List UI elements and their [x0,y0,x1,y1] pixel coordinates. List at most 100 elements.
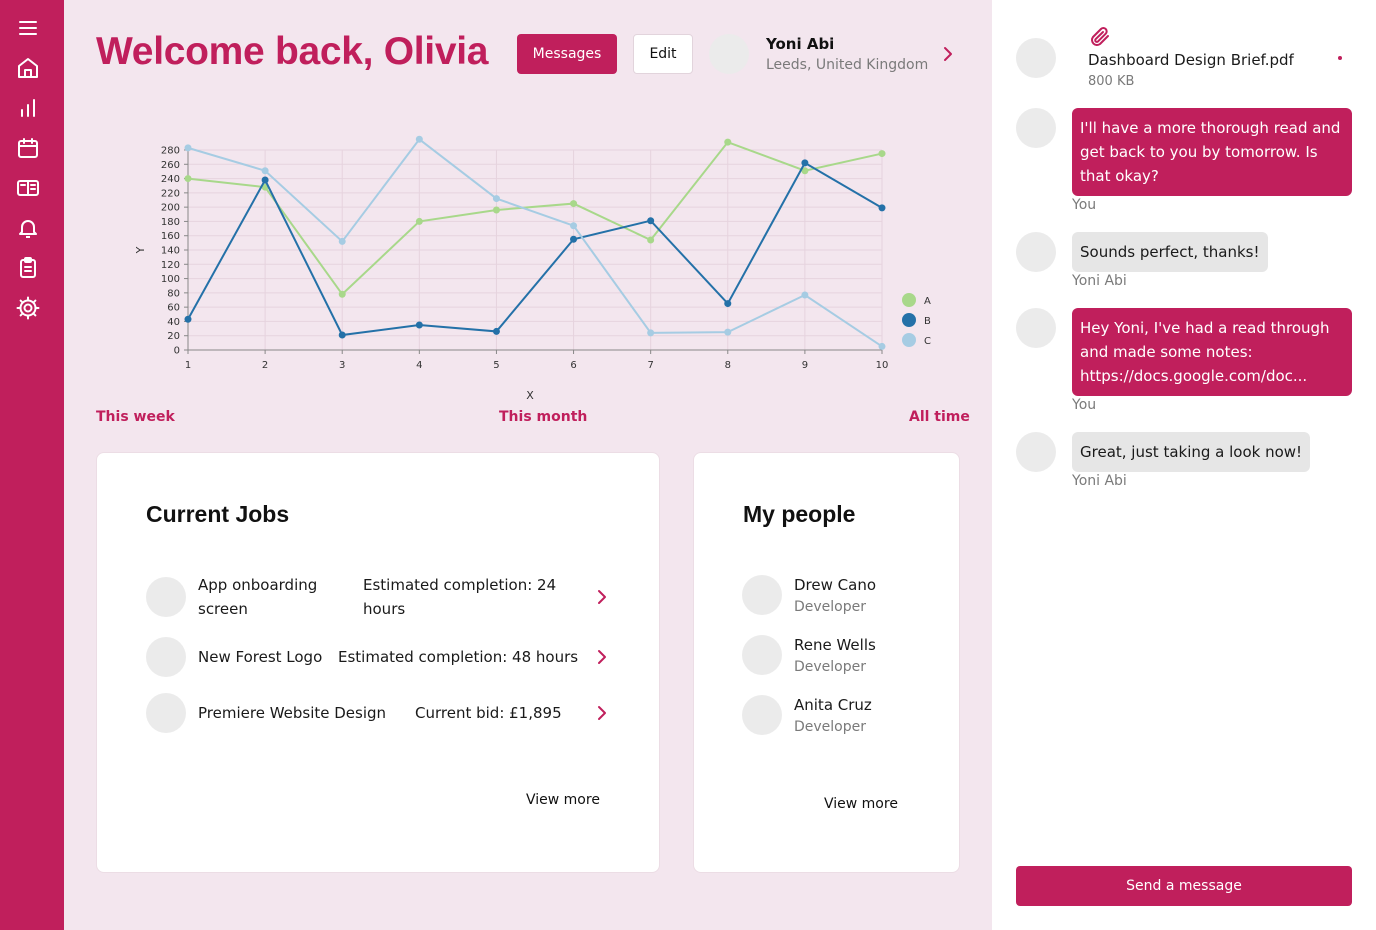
x-tick-label: 9 [802,360,808,371]
person-name[interactable]: Anita Cruz [794,696,872,714]
x-tick-label: 4 [416,360,422,371]
y-tick-label: 240 [161,174,180,185]
avatar [709,34,749,74]
x-tick-label: 7 [647,360,653,371]
x-tick-label: 5 [493,360,499,371]
avatar [1016,108,1056,148]
home-icon[interactable] [16,56,40,80]
chevron-right-icon[interactable] [592,647,612,667]
message-bubble: Sounds perfect, thanks! [1072,232,1268,272]
data-point-c [878,342,886,350]
y-tick-label: 80 [167,288,180,299]
data-point-b [184,315,192,323]
data-point-c [338,237,346,245]
x-tick-label: 8 [725,360,731,371]
y-tick-label: 140 [161,246,180,257]
card-title: Current Jobs [146,501,290,527]
reader-icon[interactable] [16,176,40,200]
chevron-right-icon[interactable] [592,587,612,607]
data-point-c [801,291,809,299]
data-point-a [338,290,346,298]
x-axis-label: X [526,389,534,402]
y-tick-label: 280 [161,146,180,157]
line-chart: 0 20 40 60 80 100 120 140 160 180 200 220 240 260 280 1… [134,135,931,402]
attachment-name[interactable]: Dashboard Design Brief.pdf [1088,51,1294,69]
menu-icon[interactable] [16,16,40,40]
series-line-b [187,161,883,337]
edit-button[interactable]: Edit [633,34,693,74]
person-name[interactable]: Drew Cano [794,576,876,594]
chevron-right-icon[interactable] [938,44,958,64]
job-avatar [146,637,186,677]
legend-swatch-c [902,333,916,347]
job-status: Estimated completion: 24 hours [363,576,557,618]
my-people-card: My people Drew Cano Developer Rene Wells… [693,452,960,873]
bell-icon[interactable] [16,216,40,240]
job-row[interactable]: New Forest Logo Estimated completion: 48… [146,637,616,677]
data-point-b [415,321,423,329]
y-tick-label: 120 [161,260,180,271]
x-tick-label: 1 [185,360,191,371]
avatar [1016,308,1056,348]
data-point-b [570,235,578,243]
data-point-b [724,300,732,308]
y-tick-label: 60 [167,303,180,314]
view-more-link[interactable]: View more [526,792,600,808]
paperclip-icon [1091,27,1109,46]
job-avatar [146,693,186,733]
avatar [1016,432,1056,472]
series-line-a [187,140,883,296]
job-status: Current bid: £1,895 [415,704,562,722]
period-this-month[interactable]: This month [499,409,587,425]
message-bubble: Great, just taking a look now! [1072,432,1311,472]
x-tick-label: 6 [570,360,576,371]
analytics-icon[interactable] [16,96,40,120]
job-name: Premiere Website Design [198,704,387,722]
profile-location: Leeds, United Kingdom [766,57,929,73]
send-message-button[interactable]: Send a message [1016,866,1352,906]
unread-dot [1338,56,1342,60]
card-title: My people [743,501,856,527]
avatar [1016,38,1056,78]
sidebar [0,0,64,930]
data-point-c [415,135,423,143]
job-row[interactable]: Premiere Website Design Current bid: £1,… [146,693,616,733]
data-point-b [647,217,655,225]
y-tick-label: 160 [161,231,180,242]
message-sender: Yoni Abi [1072,473,1127,489]
page-title: Welcome back, Olivia [96,30,489,73]
view-more-link[interactable]: View more [824,796,898,812]
clipboard-icon[interactable] [16,256,40,280]
calendar-icon[interactable] [16,136,40,160]
messages-button[interactable]: Messages [517,34,617,74]
x-tick-label: 10 [876,360,889,371]
y-tick-label: 100 [161,274,180,285]
legend-label-b: B [924,316,931,327]
chevron-right-icon[interactable] [592,703,612,723]
messages-panel: Dashboard Design Brief.pdf 800 KB I'll h… [992,0,1376,930]
data-point-c [184,144,192,152]
message-sender: You [1072,397,1097,413]
person-role: Developer [794,659,867,675]
person-name[interactable]: Rene Wells [794,636,876,654]
data-point-a [570,200,578,208]
avatar [742,575,782,615]
x-tick-label: 3 [339,360,345,371]
series-line-c [187,137,883,348]
person-role: Developer [794,719,867,735]
settings-icon[interactable] [16,296,40,320]
legend-label-c: C [924,336,931,347]
data-point-a [415,217,423,225]
data-point-b [492,327,500,335]
current-jobs-card: Current Jobs App onboarding screen Estim… [96,452,660,873]
period-this-week[interactable]: This week [96,409,175,425]
job-name: New Forest Logo [198,648,323,666]
y-tick-label: 180 [161,217,180,228]
data-point-b [261,176,269,184]
data-point-c [492,195,500,203]
data-point-a [184,175,192,183]
job-status: Estimated completion: 48 hours [338,648,579,666]
period-all-time[interactable]: All time [909,409,970,425]
job-row[interactable]: App onboarding screen Estimated completi… [146,576,616,625]
attachment-size: 800 KB [1088,74,1135,89]
